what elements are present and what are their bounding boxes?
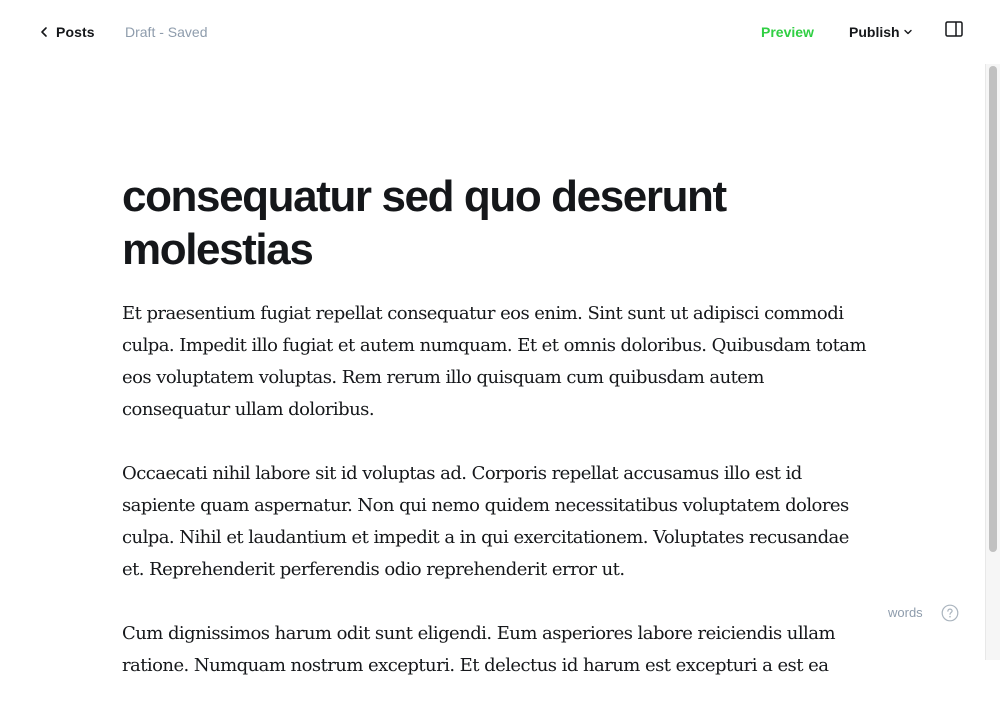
help-icon[interactable] (941, 604, 959, 622)
word-count: words (888, 605, 923, 620)
sidebar-toggle-icon[interactable] (945, 21, 963, 37)
back-to-posts-link[interactable]: Posts (38, 21, 95, 43)
post-paragraph[interactable]: Occaecati nihil labore sit id voluptas a… (122, 458, 867, 586)
chevron-down-icon (903, 29, 912, 35)
preview-button[interactable]: Preview (761, 24, 814, 40)
editor-header: Posts Draft - Saved Preview Publish (0, 0, 1000, 64)
back-link-label: Posts (56, 24, 95, 40)
save-status: Draft - Saved (125, 24, 208, 40)
post-paragraph[interactable]: Cum dignissimos harum odit sunt eligendi… (122, 618, 867, 682)
publish-button-label: Publish (849, 24, 900, 40)
chevron-left-icon (41, 27, 47, 37)
post-paragraph[interactable]: Et praesentium fugiat repellat consequat… (122, 298, 867, 426)
scrollbar-thumb[interactable] (989, 66, 997, 552)
post-title[interactable]: consequatur sed quo deserunt molestias (122, 170, 867, 276)
post-editor[interactable]: consequatur sed quo deserunt molestias E… (122, 170, 867, 714)
publish-button[interactable]: Publish (849, 24, 913, 40)
